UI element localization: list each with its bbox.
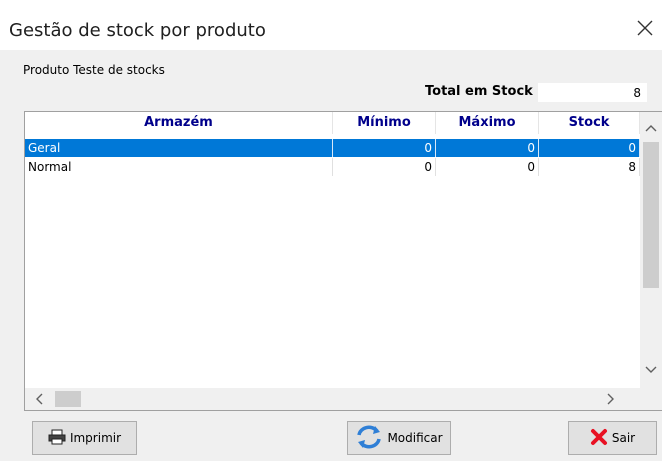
cell-minimo: 0: [333, 158, 436, 176]
vertical-scroll-thumb[interactable]: [643, 142, 659, 288]
table-row[interactable]: Normal 0 0 8: [25, 158, 640, 176]
stock-grid[interactable]: Armazém Mínimo Máximo Stock Geral 0 0 0 …: [24, 111, 662, 411]
cell-armazem: Geral: [25, 139, 333, 157]
cell-maximo: 0: [436, 139, 539, 157]
scroll-left-icon[interactable]: [31, 391, 47, 407]
close-icon[interactable]: [634, 17, 656, 39]
total-stock-value: 8: [537, 82, 648, 103]
cell-maximo: 0: [436, 158, 539, 176]
cell-stock: 8: [539, 158, 640, 176]
modify-button[interactable]: Modificar: [347, 421, 451, 455]
scroll-right-icon[interactable]: [603, 391, 619, 407]
cell-minimo: 0: [333, 139, 436, 157]
printer-icon: [48, 429, 66, 448]
exit-button-label: Sair: [611, 431, 636, 445]
refresh-icon: [355, 424, 383, 453]
title-bar: Gestão de stock por produto: [0, 0, 662, 50]
product-name: Produto Teste de stocks: [23, 63, 165, 77]
total-stock-label: Total em Stock: [425, 84, 533, 99]
column-header-minimo[interactable]: Mínimo: [333, 112, 436, 134]
scroll-down-icon[interactable]: [643, 362, 659, 378]
vertical-scrollbar[interactable]: [640, 112, 662, 389]
cell-armazem: Normal: [25, 158, 333, 176]
column-header-stock[interactable]: Stock: [539, 112, 640, 134]
column-header-maximo[interactable]: Máximo: [436, 112, 539, 134]
horizontal-scroll-thumb[interactable]: [55, 391, 81, 407]
scroll-up-icon[interactable]: [643, 120, 659, 136]
close-x-icon: [590, 428, 608, 449]
grid-header: Armazém Mínimo Máximo Stock: [25, 112, 640, 134]
dialog-window: Gestão de stock por produto Produto Test…: [0, 0, 662, 461]
modify-button-label: Modificar: [387, 431, 443, 445]
window-title: Gestão de stock por produto: [9, 20, 266, 41]
column-header-armazem[interactable]: Armazém: [25, 112, 333, 134]
cell-stock: 0: [539, 139, 640, 157]
print-button-label: Imprimir: [69, 431, 122, 445]
print-button[interactable]: Imprimir: [32, 421, 137, 455]
exit-button[interactable]: Sair: [568, 421, 657, 455]
table-row[interactable]: Geral 0 0 0: [25, 139, 640, 157]
horizontal-scrollbar[interactable]: [25, 388, 662, 410]
